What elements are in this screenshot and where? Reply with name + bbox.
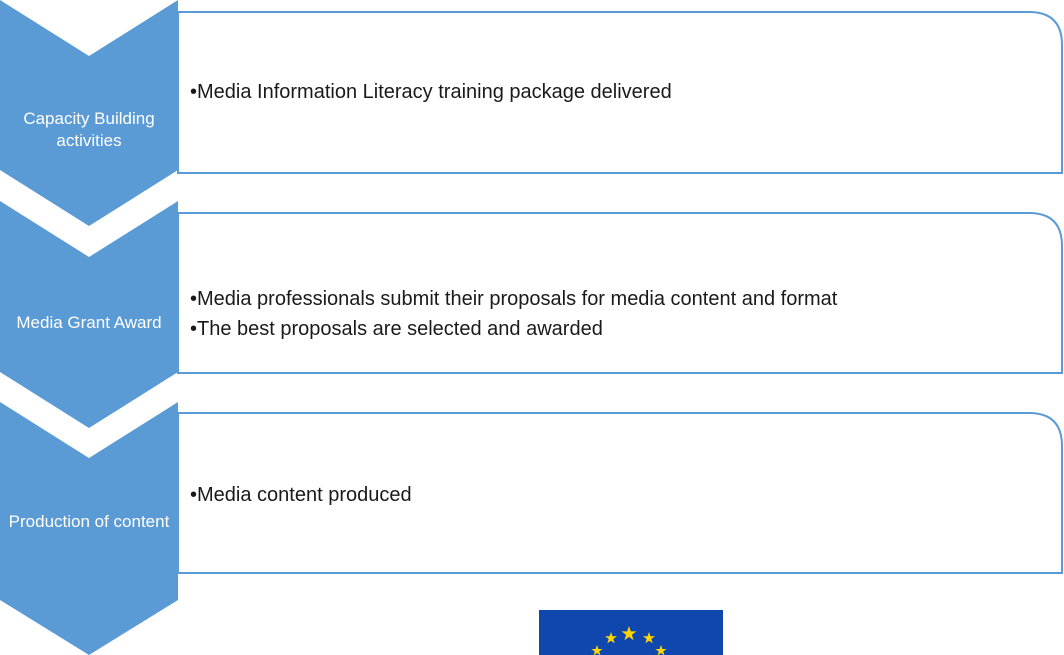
step-1-label: Capacity Building activities: [23, 109, 155, 150]
bullet-item: •Media professionals submit their propos…: [190, 288, 838, 310]
step-3-bullets: •Media content produced: [190, 480, 1044, 510]
bullet-item: •The best proposals are selected and awa…: [190, 318, 603, 340]
bullet-item: •Media Information Literacy training pac…: [190, 81, 672, 103]
bullet-item: •Media content produced: [190, 484, 412, 506]
eu-flag-logo: [539, 610, 723, 655]
step-3-label: Production of content: [8, 512, 170, 531]
step-1-bullets: •Media Information Literacy training pac…: [190, 77, 1044, 107]
step-2-label: Media Grant Award: [16, 313, 162, 332]
step-2-bullets: •Media professionals submit their propos…: [190, 284, 1044, 344]
